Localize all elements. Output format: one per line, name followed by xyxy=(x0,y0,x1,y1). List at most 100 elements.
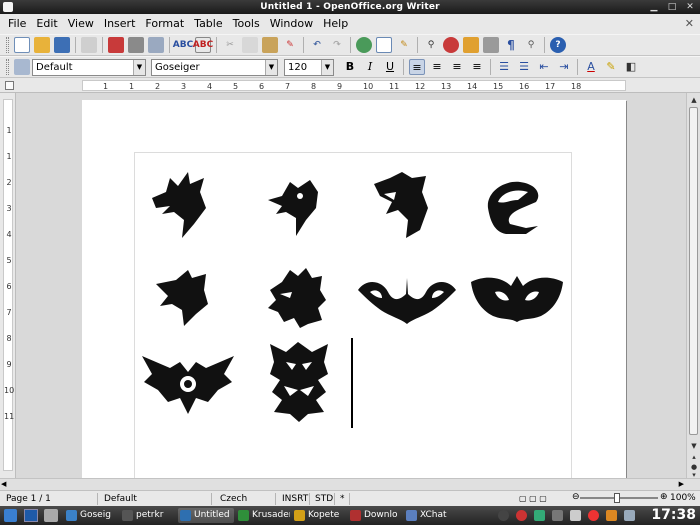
highlighting-icon[interactable]: ✎ xyxy=(603,59,619,75)
view-layout-icons[interactable]: ▢ ▢ ▢ xyxy=(515,493,567,505)
tray-icon-2[interactable] xyxy=(516,510,527,521)
underline-button[interactable]: U xyxy=(382,59,398,75)
desktop-icon[interactable] xyxy=(24,509,38,522)
align-center-icon[interactable]: ≡ xyxy=(429,59,445,75)
zoom-icon[interactable]: ⚲ xyxy=(523,37,539,53)
find-replace-icon[interactable]: ⚲ xyxy=(423,37,439,53)
font-size-combo[interactable]: 120 ▼ xyxy=(284,59,334,76)
close-icon[interactable]: ✕ xyxy=(684,1,696,13)
zoom-value[interactable]: 100% xyxy=(670,493,696,503)
save-icon[interactable] xyxy=(54,37,70,53)
menu-insert[interactable]: Insert xyxy=(99,14,141,34)
zoom-out-icon[interactable]: ⊖ xyxy=(572,492,580,502)
start-menu-icon[interactable] xyxy=(4,509,17,522)
styles-formatting-icon[interactable] xyxy=(14,59,30,75)
scroll-up-icon[interactable]: ▲ xyxy=(688,94,700,106)
bold-button[interactable]: B xyxy=(342,59,358,75)
redo-icon[interactable]: ↷ xyxy=(329,37,345,53)
taskbar-task[interactable]: petrkr xyxy=(120,508,176,523)
decrease-indent-icon[interactable]: ⇤ xyxy=(536,59,552,75)
taskbar-task[interactable]: Kopete xyxy=(292,508,346,523)
horizontal-ruler[interactable]: 1 1 2 3 4 5 6 7 8 9 10 11 12 13 14 15 16 17 18 xyxy=(0,78,700,93)
tray-icon-5[interactable] xyxy=(570,510,581,521)
toolbar-grip[interactable] xyxy=(6,37,9,53)
menu-edit[interactable]: Edit xyxy=(31,14,62,34)
zoom-slider-knob[interactable] xyxy=(614,493,620,503)
tab-stop-selector-icon[interactable] xyxy=(5,81,14,90)
menu-view[interactable]: View xyxy=(63,14,99,34)
justify-icon[interactable]: ≡ xyxy=(469,59,485,75)
selection-mode-indicator[interactable]: STD xyxy=(311,493,335,505)
page-indicator[interactable]: Page 1 / 1 xyxy=(2,493,98,505)
italic-button[interactable]: I xyxy=(362,59,378,75)
vertical-ruler-strip[interactable]: 1 1 2 3 4 5 6 7 8 9 10 11 xyxy=(3,99,14,471)
vertical-scrollbar[interactable]: ▲ ▼ ▴ ● ▾ xyxy=(686,93,700,479)
spellcheck-icon[interactable]: ABC xyxy=(173,37,193,53)
menu-table[interactable]: Table xyxy=(189,14,227,34)
print-icon[interactable] xyxy=(128,37,144,53)
chevron-down-icon[interactable]: ▼ xyxy=(321,60,333,75)
volume-icon[interactable] xyxy=(624,510,635,521)
language-indicator[interactable]: Czech xyxy=(214,493,276,505)
menu-file[interactable]: File xyxy=(3,14,31,34)
open-folder-icon[interactable] xyxy=(34,37,50,53)
autospellcheck-icon[interactable]: ABC xyxy=(193,37,213,53)
numbering-icon[interactable]: ☰ xyxy=(496,59,512,75)
cut-icon[interactable]: ✂ xyxy=(222,37,238,53)
title-bar[interactable]: Untitled 1 - OpenOffice.org Writer ▁ □ ✕ xyxy=(0,0,700,14)
align-right-icon[interactable]: ≡ xyxy=(449,59,465,75)
gallery-icon[interactable] xyxy=(463,37,479,53)
menu-help[interactable]: Help xyxy=(318,14,353,34)
increase-indent-icon[interactable]: ⇥ xyxy=(556,59,572,75)
tray-icon-3[interactable] xyxy=(534,510,545,521)
vertical-ruler[interactable]: 1 1 2 3 4 5 6 7 8 9 10 11 xyxy=(0,93,16,478)
chevron-down-icon[interactable]: ▼ xyxy=(133,60,145,75)
navigator-icon[interactable] xyxy=(443,37,459,53)
paragraph-style-combo[interactable]: Default ▼ xyxy=(32,59,146,76)
chevron-down-icon[interactable]: ▼ xyxy=(265,60,277,75)
bullets-icon[interactable]: ☰ xyxy=(516,59,532,75)
zoom-in-icon[interactable]: ⊕ xyxy=(660,492,668,502)
tray-icon-4[interactable] xyxy=(552,510,563,521)
document-page[interactable] xyxy=(82,100,626,478)
tray-icon-6[interactable] xyxy=(588,510,599,521)
taskbar-task[interactable]: XChat xyxy=(404,508,458,523)
align-left-icon[interactable]: ≡ xyxy=(409,59,425,75)
scroll-left-icon[interactable]: ◀ xyxy=(1,479,6,490)
copy-icon[interactable] xyxy=(242,37,258,53)
font-color-icon[interactable]: A xyxy=(583,59,599,75)
document-close-icon[interactable]: ✕ xyxy=(685,17,694,30)
edit-file-icon[interactable] xyxy=(81,37,97,53)
maximize-icon[interactable]: □ xyxy=(666,1,678,13)
document-area[interactable] xyxy=(17,93,686,478)
clone-formatting-icon[interactable]: ✎ xyxy=(282,37,298,53)
undo-icon[interactable]: ↶ xyxy=(309,37,325,53)
taskbar-task[interactable]: Goseig xyxy=(64,508,118,523)
nonprinting-characters-icon[interactable]: ¶ xyxy=(503,37,519,53)
menu-window[interactable]: Window xyxy=(265,14,318,34)
table-icon[interactable] xyxy=(376,37,392,53)
tray-icon-1[interactable] xyxy=(498,510,509,521)
horizontal-scrollbar[interactable]: ◀ ▶ xyxy=(0,478,700,490)
taskbar-task[interactable]: Downlo xyxy=(348,508,402,523)
clock[interactable]: 17:38 xyxy=(651,506,696,525)
paste-icon[interactable] xyxy=(262,37,278,53)
minimize-icon[interactable]: ▁ xyxy=(648,1,660,13)
show-draw-functions-icon[interactable]: ✎ xyxy=(396,37,412,53)
hyperlink-icon[interactable] xyxy=(356,37,372,53)
scroll-right-icon[interactable]: ▶ xyxy=(679,479,684,490)
tray-icon-7[interactable] xyxy=(606,510,617,521)
scrollbar-thumb[interactable] xyxy=(689,107,698,435)
menu-tools[interactable]: Tools xyxy=(228,14,265,34)
toolbar-grip[interactable] xyxy=(6,59,9,75)
menu-format[interactable]: Format xyxy=(140,14,189,34)
background-color-icon[interactable]: ◧ xyxy=(623,59,639,75)
taskbar-task[interactable]: Untitled xyxy=(178,508,234,523)
export-pdf-icon[interactable] xyxy=(108,37,124,53)
print-preview-icon[interactable] xyxy=(148,37,164,53)
data-sources-icon[interactable] xyxy=(483,37,499,53)
insert-mode-indicator[interactable]: INSRT xyxy=(278,493,310,505)
font-name-combo[interactable]: Goseiger ▼ xyxy=(151,59,278,76)
page-style-indicator[interactable]: Default xyxy=(100,493,212,505)
show-desktop-icon[interactable] xyxy=(44,509,58,522)
